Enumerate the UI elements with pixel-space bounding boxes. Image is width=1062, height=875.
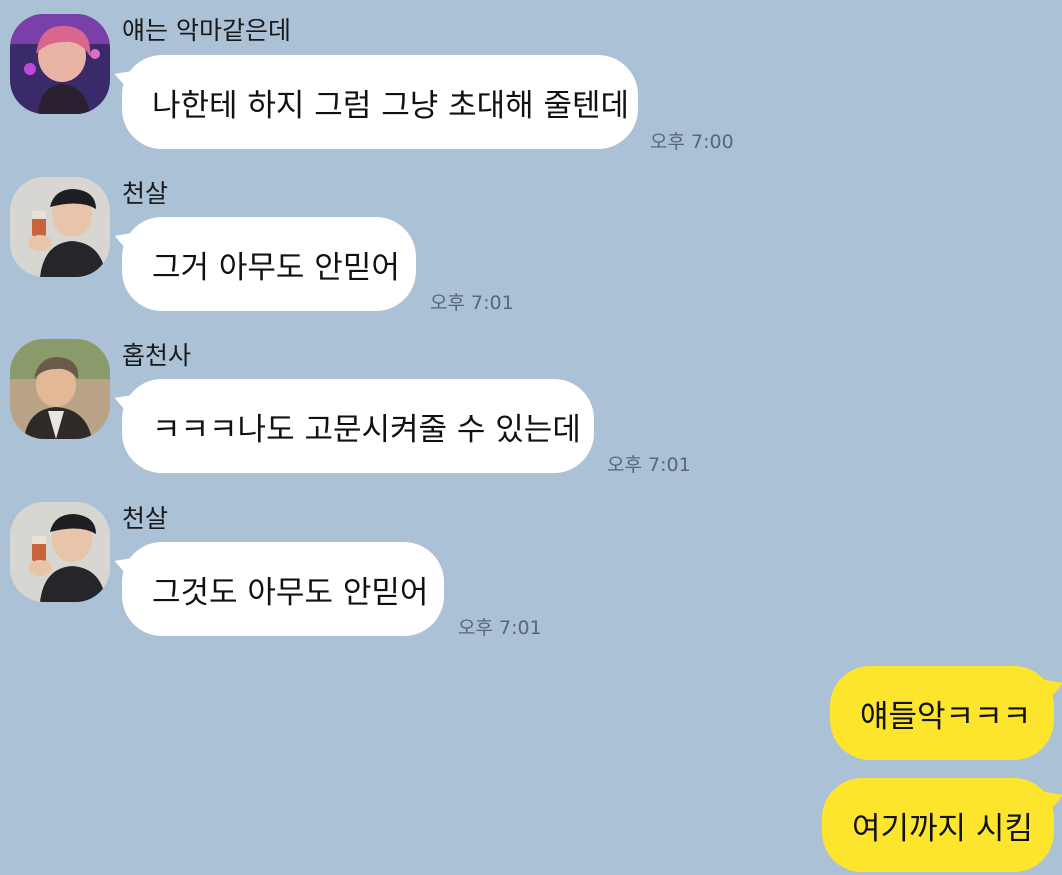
message-bubble[interactable]: 그것도 아무도 안믿어 <box>122 542 444 636</box>
avatar-cap-drinking-image <box>10 502 110 602</box>
avatar-cap-drinking-image <box>10 177 110 277</box>
message-text: 그거 아무도 안믿어 <box>152 249 400 286</box>
message-bubble[interactable]: 나한테 하지 그럼 그냥 초대해 줄텐데 <box>122 55 638 149</box>
timestamp: 오후 7:00 <box>650 131 734 153</box>
sender-name: 천살 <box>122 504 169 533</box>
avatar[interactable] <box>10 177 110 277</box>
message-text: ㅋㅋㅋ나도 고문시켜줄 수 있는데 <box>152 411 581 448</box>
sender-name: 얘는 악마같은데 <box>122 16 291 45</box>
avatar[interactable] <box>10 14 110 114</box>
message-bubble[interactable]: ㅋㅋㅋ나도 고문시켜줄 수 있는데 <box>122 379 594 473</box>
message-text: 그것도 아무도 안믿어 <box>152 574 429 611</box>
message-bubble[interactable]: 그거 아무도 안믿어 <box>122 217 416 311</box>
timestamp: 오후 7:01 <box>607 454 691 476</box>
timestamp: 오후 7:01 <box>458 617 542 639</box>
message-text: 여기까지 시킴 <box>852 810 1033 847</box>
sender-name: 홉천사 <box>122 341 192 370</box>
avatar-pink-hair-image <box>10 14 110 114</box>
sender-name: 천살 <box>122 179 169 208</box>
avatar-outdoor-smile-image <box>10 339 110 439</box>
outgoing-message-bubble[interactable]: 여기까지 시킴 <box>822 778 1054 872</box>
message-text: 얘들악ㅋㅋㅋ <box>860 698 1032 735</box>
outgoing-message-bubble[interactable]: 얘들악ㅋㅋㅋ <box>830 666 1054 760</box>
avatar[interactable] <box>10 502 110 602</box>
timestamp: 오후 7:01 <box>430 292 514 314</box>
avatar[interactable] <box>10 339 110 439</box>
message-text: 나한테 하지 그럼 그냥 초대해 줄텐데 <box>152 87 630 124</box>
